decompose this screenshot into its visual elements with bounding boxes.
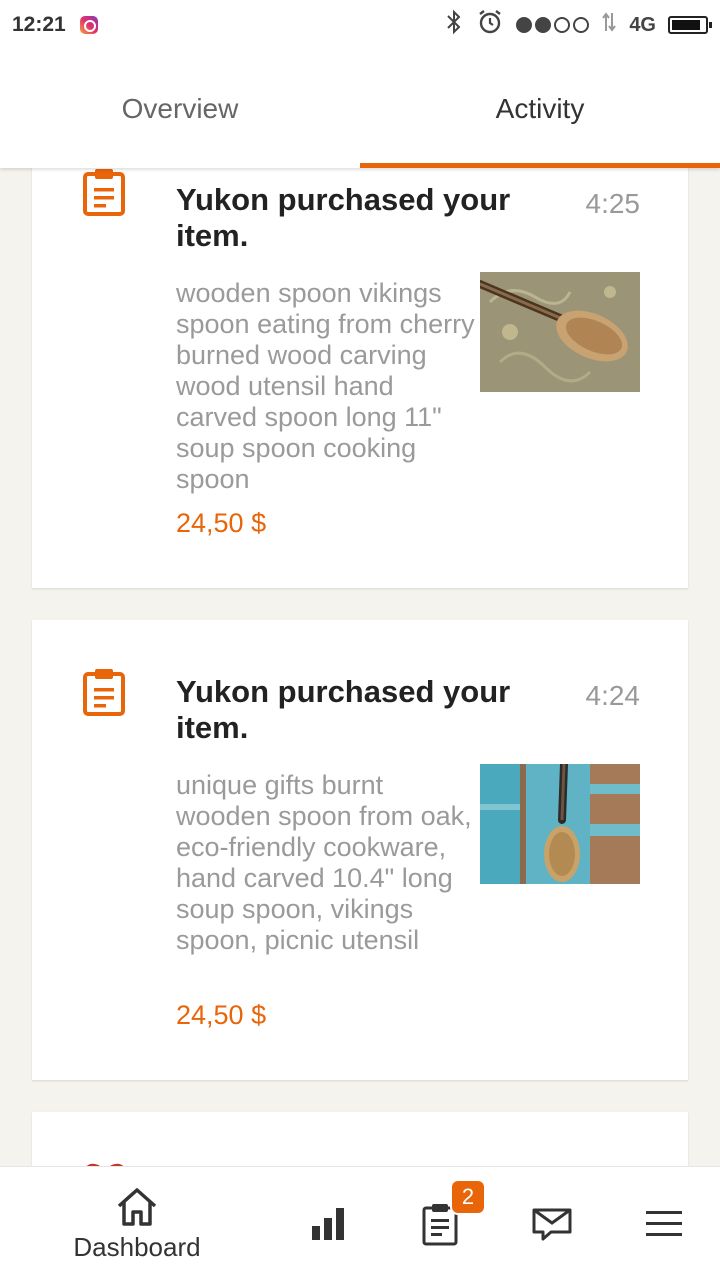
home-icon (117, 1187, 157, 1226)
nav-stats[interactable] (290, 1167, 366, 1280)
tab-overview[interactable]: Overview (0, 50, 360, 168)
bluetooth-icon (444, 9, 464, 41)
status-bar: 12:21 4G (0, 0, 720, 50)
activity-title: Yukon purchased your item. (176, 182, 511, 253)
bottom-navigation: Dashboard 2 (0, 1166, 720, 1280)
activity-card[interactable]: Yukon purchased your item. 4:24 unique g… (32, 620, 688, 1080)
instagram-icon (79, 16, 98, 34)
item-price: 24,50 $ (176, 1000, 267, 1030)
item-description[interactable]: wooden spoon vikings spoon eating from c… (176, 278, 476, 495)
stats-icon (312, 1208, 344, 1240)
activity-time: 4:25 (585, 188, 641, 219)
data-transfer-icon (601, 11, 617, 39)
activity-card[interactable] (32, 1112, 688, 1166)
status-time: 12:21 (12, 13, 66, 36)
status-bar-right: 4G (444, 8, 712, 42)
activity-title: Yukon purchased your item. (176, 674, 511, 745)
item-description[interactable]: unique gifts burnt wooden spoon from oak… (176, 770, 476, 956)
activity-time: 4:24 (585, 680, 641, 711)
nav-menu[interactable] (626, 1167, 702, 1280)
item-price: 24,50 $ (176, 508, 267, 538)
menu-icon (646, 1211, 682, 1236)
nav-messages[interactable] (514, 1167, 590, 1280)
alarm-icon (476, 8, 504, 42)
item-thumbnail[interactable] (480, 764, 640, 884)
tab-activity[interactable]: Activity (360, 50, 720, 168)
activity-card[interactable]: Yukon purchased your item. 4:25 wooden s… (32, 168, 688, 588)
nav-dashboard[interactable]: Dashboard (52, 1167, 222, 1280)
signal-icon (516, 17, 590, 33)
clipboard-icon (83, 669, 125, 716)
item-thumbnail[interactable] (480, 272, 640, 392)
battery-icon (668, 16, 712, 34)
activity-feed[interactable]: Yukon purchased your item. 4:25 wooden s… (0, 168, 720, 1166)
orders-badge: 2 (450, 1179, 486, 1215)
status-bar-left: 12:21 (12, 13, 98, 37)
nav-dashboard-label: Dashboard (73, 1231, 201, 1262)
tab-bar: Overview Activity (0, 50, 720, 168)
clipboard-icon (83, 169, 125, 216)
mail-icon (532, 1208, 572, 1241)
network-type: 4G (629, 13, 656, 36)
